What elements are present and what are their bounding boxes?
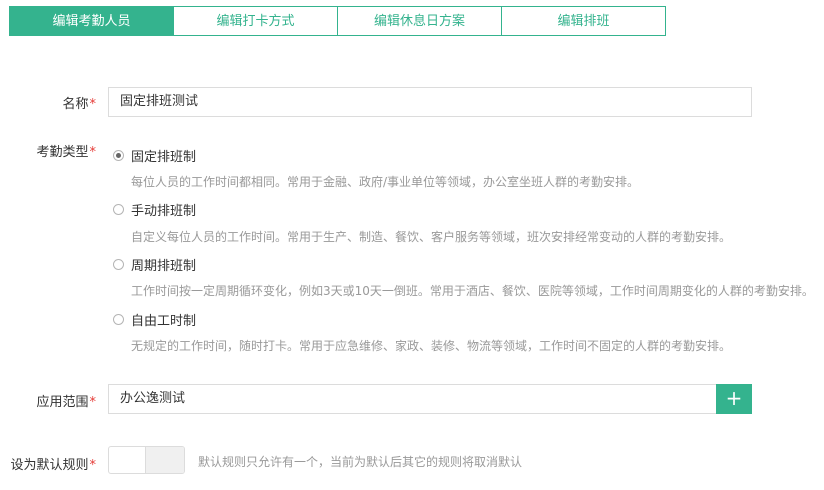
radio-unchecked-icon[interactable]	[113, 259, 124, 270]
name-input[interactable]: 固定排班测试	[108, 87, 752, 117]
fixed-schedule-description: 每位人员的工作时间都相同。常用于金融、政府/事业单位等领域，办公室坐班人群的考勤…	[131, 175, 640, 189]
flexible-hours-description: 无规定的工作时间，随时打卡。常用于应急维修、家政、装修、物流等领域，工作时间不固…	[131, 339, 732, 353]
default-rule-label-text: 设为默认规则	[10, 458, 89, 473]
plus-icon: +	[725, 386, 743, 410]
tab-edit-attendees[interactable]: 编辑考勤人员	[9, 6, 174, 36]
radio-fixed-schedule[interactable]: 固定排班制	[113, 146, 196, 165]
radio-unchecked-icon[interactable]	[113, 314, 124, 325]
required-mark: *	[89, 97, 97, 112]
radio-cyclic-schedule[interactable]: 周期排班制	[113, 255, 196, 274]
radio-label: 手动排班制	[131, 204, 197, 219]
tab-edit-rest-day-plan[interactable]: 编辑休息日方案	[337, 6, 502, 36]
cyclic-schedule-description: 工作时间按一定周期循环变化，例如3天或10天一倒班。常用于酒店、餐饮、医院等领域…	[131, 284, 814, 298]
radio-checked-icon[interactable]	[113, 150, 124, 161]
add-scope-button[interactable]: +	[716, 384, 752, 414]
manual-schedule-description: 自定义每位人员的工作时间。常用于生产、制造、餐饮、客户服务等领域，班次安排经常变…	[131, 230, 732, 244]
scope-label: 应用范围*	[36, 391, 96, 410]
scope-input[interactable]: 办公逸测试	[108, 384, 717, 414]
attendance-type-label: 考勤类型*	[36, 141, 96, 160]
radio-label: 自由工时制	[131, 314, 197, 329]
default-rule-toggle[interactable]	[108, 446, 185, 474]
tab-edit-schedule[interactable]: 编辑排班	[501, 6, 666, 36]
toggle-knob[interactable]	[145, 447, 184, 473]
required-mark: *	[89, 145, 97, 160]
required-mark: *	[89, 395, 97, 410]
radio-manual-schedule[interactable]: 手动排班制	[113, 200, 196, 219]
required-mark: *	[89, 458, 97, 473]
name-label: 名称*	[62, 93, 96, 112]
radio-label: 固定排班制	[131, 150, 197, 165]
radio-unchecked-icon[interactable]	[113, 204, 124, 215]
default-rule-label: 设为默认规则*	[10, 454, 96, 473]
radio-flexible-hours[interactable]: 自由工时制	[113, 310, 196, 329]
name-label-text: 名称	[62, 97, 89, 112]
radio-label: 周期排班制	[131, 259, 197, 274]
tab-edit-clock-in-method[interactable]: 编辑打卡方式	[173, 6, 338, 36]
scope-label-text: 应用范围	[36, 395, 89, 410]
default-rule-hint: 默认规则只允许有一个，当前为默认后其它的规则将取消默认	[198, 455, 523, 469]
tab-bar: 编辑考勤人员 编辑打卡方式 编辑休息日方案 编辑排班	[9, 6, 666, 36]
attendance-type-label-text: 考勤类型	[36, 145, 89, 160]
